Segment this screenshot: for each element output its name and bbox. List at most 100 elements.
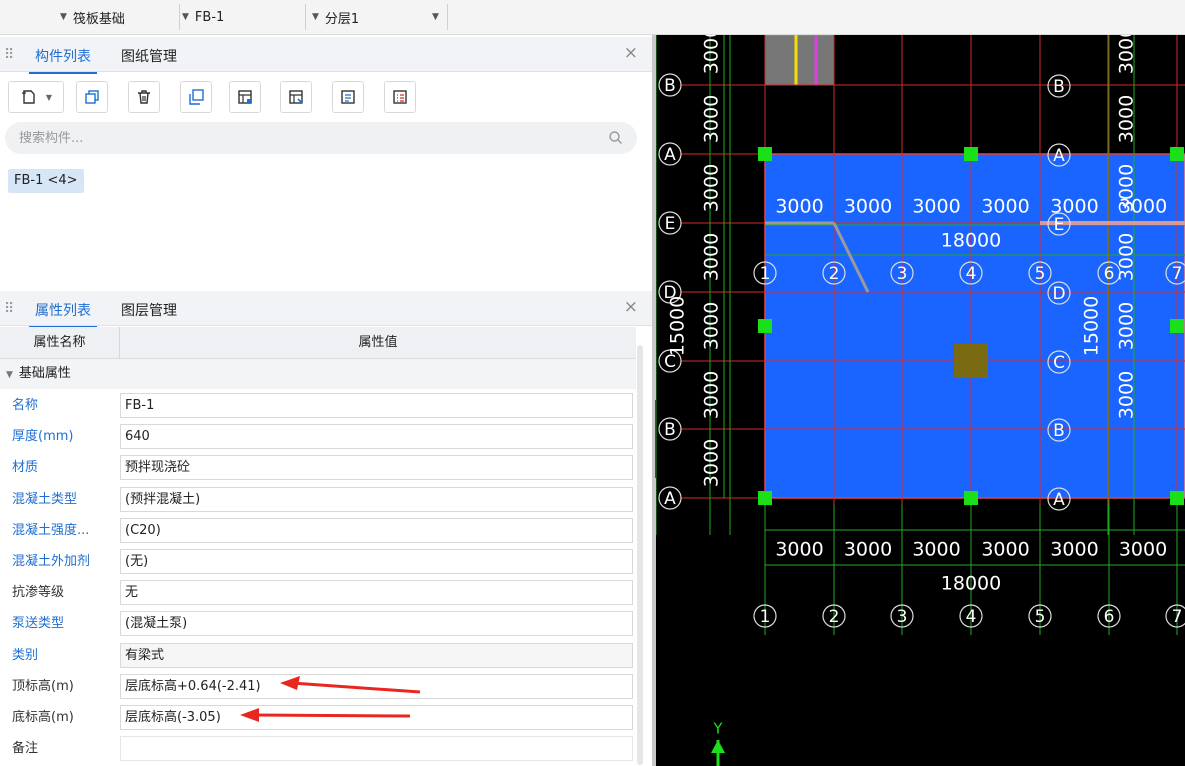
axis-label-top: 6 <box>1104 264 1115 284</box>
property-scrollbar[interactable] <box>637 345 643 765</box>
span-dimension-top: 3000 <box>844 196 892 218</box>
row-label-right: A <box>1053 490 1065 510</box>
grip-handle <box>1170 491 1184 505</box>
span-dimension-right: 3000 <box>1116 302 1138 350</box>
search-input[interactable] <box>19 128 579 148</box>
row-label-left: A <box>664 145 676 165</box>
drag-handle-icon[interactable]: ⠿ <box>4 47 14 63</box>
list-icon <box>341 90 355 104</box>
new-file-icon <box>21 90 35 104</box>
span-dimension-top: 3000 <box>1050 196 1098 218</box>
property-value-field[interactable]: FB-1 <box>120 393 633 418</box>
cad-drawing[interactable]: 1 2 3 4 5 6 71 2 3 4 5 6 7BAEDCBABAEDCBA3000 3000 3000… <box>656 35 1185 766</box>
span-dimension-right: 3000 <box>1116 95 1138 143</box>
grip-handle <box>1170 319 1184 333</box>
copy-button[interactable] <box>76 81 108 113</box>
component-value: FB-1 <box>194 9 225 25</box>
property-value-field[interactable]: 层底标高(-3.05) <box>120 705 633 730</box>
span-dimension-bottom: 3000 <box>844 539 892 561</box>
property-name: 材质 <box>12 460 39 476</box>
component-search-box[interactable] <box>5 122 637 154</box>
close-icon[interactable]: × <box>624 43 638 63</box>
property-name: 备注 <box>12 741 39 757</box>
delete-button[interactable] <box>128 81 160 113</box>
property-row: 混凝土外加剂 (无) <box>0 546 636 577</box>
total-dimension-bottom: 18000 <box>941 573 1001 595</box>
property-name: 底标高(m) <box>12 710 74 725</box>
property-value-field[interactable]: 层底标高+0.64(-2.41) <box>120 673 633 699</box>
search-icon[interactable] <box>608 130 623 145</box>
layer-value: 分层1 <box>324 11 360 27</box>
close-icon[interactable]: × <box>624 297 638 317</box>
header-property-value: 属性值 <box>358 335 398 350</box>
span-dimension-bottom: 3000 <box>775 539 823 561</box>
property-name: 类别 <box>12 647 39 663</box>
tab-layer-management[interactable]: 图层管理 <box>121 300 177 320</box>
property-value-field[interactable]: 640 <box>120 424 633 450</box>
top-toolbar: ▼ 筏板基础 ▼ FB-1 ▼ 分层1 ▼ <box>0 0 1185 35</box>
grip-handle <box>1170 147 1184 161</box>
property-name: 混凝土类型 <box>12 491 78 507</box>
tab-drawing-management[interactable]: 图纸管理 <box>121 46 177 66</box>
property-value-field[interactable]: (C20) <box>120 517 633 543</box>
layer-dropdown[interactable]: ▼ 分层1 ▼ <box>312 4 448 30</box>
foundation-type-dropdown[interactable]: ▼ 筏板基础 <box>60 4 180 30</box>
span-dimension-left: 3000 <box>701 95 723 143</box>
property-value-field[interactable] <box>120 736 633 762</box>
span-dimension-left: 3000 <box>701 439 723 487</box>
property-row: 底标高(m) 层底标高(-3.05) <box>0 702 636 733</box>
center-column <box>954 344 988 378</box>
component-item-fb1[interactable]: FB-1 <4> <box>8 169 84 193</box>
span-dimension-bottom: 3000 <box>1119 539 1167 561</box>
drawing-canvas[interactable]: 1 2 3 4 5 6 7 1 2 3 4 5 6 7 B A E D C B A B A E D C B A 3000 3000 3000… <box>656 35 1185 766</box>
property-value-field[interactable]: (混凝土泵) <box>120 611 633 637</box>
property-name: 混凝土外加剂 <box>12 554 91 569</box>
grip-handle <box>964 147 978 161</box>
foundation-type-value: 筏板基础 <box>72 11 125 27</box>
chevron-down-icon: ▼ <box>60 12 67 22</box>
property-value-field[interactable]: (无) <box>120 549 633 574</box>
span-dimension-bottom: 3000 <box>981 539 1029 561</box>
property-row: 顶标高(m) 层底标高+0.64(-2.41) <box>0 671 636 702</box>
header-property-name: 属性名称 <box>0 327 120 359</box>
property-name: 泵送类型 <box>12 616 65 632</box>
row-label-right: A <box>1053 146 1065 166</box>
axis-label-top: 7 <box>1172 264 1183 284</box>
tab-property-list[interactable]: 属性列表 <box>29 300 97 328</box>
axis-label-bottom: 5 <box>1035 607 1046 627</box>
new-component-button[interactable]: ▼ <box>8 81 64 113</box>
axis-label-bottom: 7 <box>1172 607 1183 627</box>
save-template-button[interactable] <box>229 81 261 113</box>
template-load-icon <box>289 90 303 104</box>
grip-handle <box>964 491 978 505</box>
axis-label-bottom: 1 <box>760 607 771 627</box>
property-table-header: 属性名称 属性值 <box>0 327 636 359</box>
y-axis-label: Y <box>712 720 723 738</box>
total-dimension-top: 18000 <box>941 230 1001 252</box>
sort-button[interactable] <box>332 81 364 113</box>
copy-icon <box>85 90 99 104</box>
property-value-field[interactable]: (预拌混凝土) <box>120 486 633 512</box>
axis-label-top: 2 <box>829 264 840 284</box>
component-dropdown[interactable]: ▼ FB-1 <box>182 4 306 30</box>
drag-handle-icon[interactable]: ⠿ <box>4 301 14 317</box>
chevron-down-icon: ▼ <box>182 12 189 22</box>
total-dimension-left: 15000 <box>667 296 689 356</box>
load-template-button[interactable] <box>280 81 312 113</box>
row-label-left: E <box>665 214 676 234</box>
span-dimension-left: 3000 <box>701 164 723 212</box>
property-value-field[interactable]: 有梁式 <box>120 642 633 668</box>
duplicate-icon <box>189 89 204 105</box>
property-value-field[interactable]: 无 <box>120 580 633 606</box>
filter-button[interactable] <box>384 81 416 113</box>
property-row: 厚度(mm) 640 <box>0 421 636 452</box>
tab-component-list[interactable]: 构件列表 <box>29 46 97 74</box>
component-list-panel: ⠿ 构件列表 图纸管理 × <box>0 37 652 287</box>
copy-to-floor-button[interactable] <box>180 81 212 113</box>
row-label-right: B <box>1053 77 1065 97</box>
property-value-field[interactable]: 预拌现浇砼 <box>120 455 633 481</box>
property-row: 名称 FB-1 <box>0 390 636 421</box>
trash-icon <box>138 90 150 104</box>
group-basic-properties[interactable]: ▼ 基础属性 <box>0 359 636 389</box>
property-row: 类别 有梁式 <box>0 640 636 671</box>
